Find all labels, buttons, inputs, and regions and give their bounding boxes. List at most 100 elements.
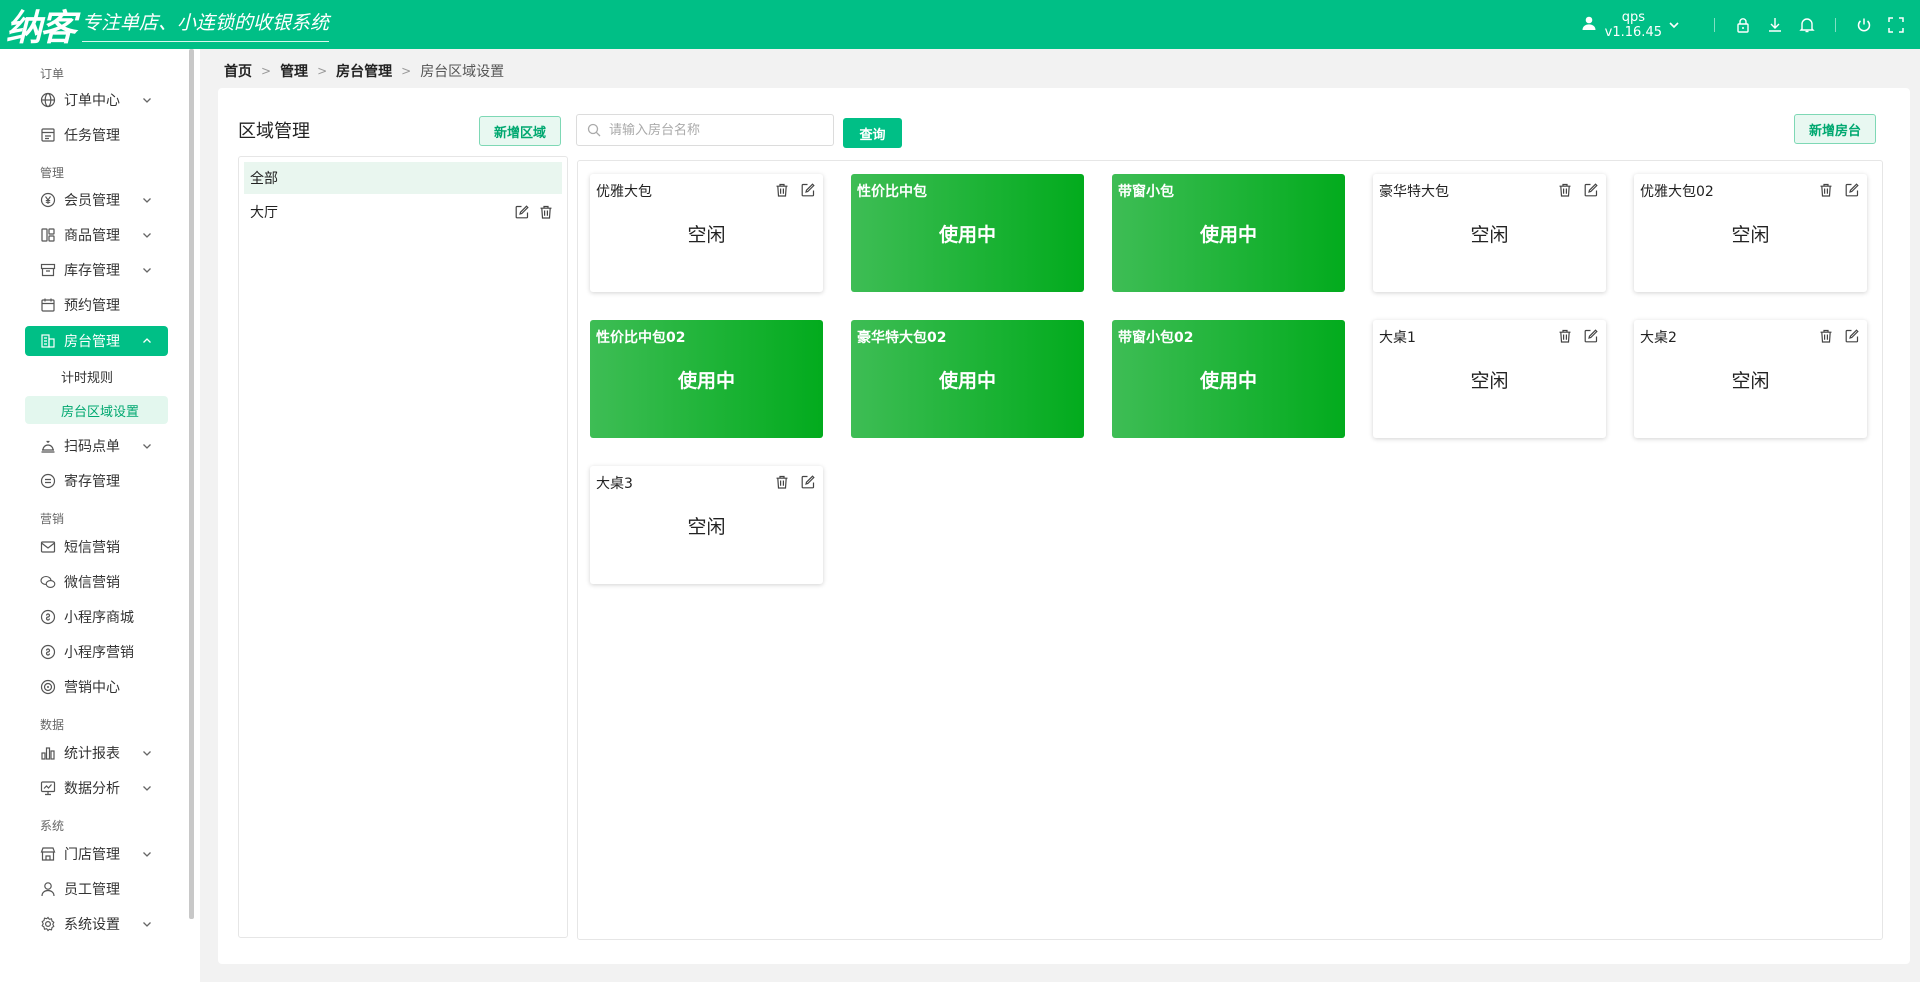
trash-icon[interactable] (774, 182, 790, 198)
room-card[interactable]: 优雅大包 空闲 (590, 174, 823, 292)
bell-icon[interactable] (1797, 15, 1817, 35)
box-icon (40, 262, 56, 278)
sidebar-item-orders[interactable]: 订单中心 (25, 85, 168, 115)
sidebar-item-marketing-center[interactable]: 营销中心 (25, 672, 168, 702)
yen-icon (40, 192, 56, 208)
sidebar-group-label: 系统 (40, 819, 65, 833)
sidebar-subitem-timing-rules[interactable]: 计时规则 (25, 362, 168, 390)
fullscreen-icon[interactable] (1886, 15, 1906, 35)
trash-icon[interactable] (538, 204, 554, 220)
sidebar-item-reports[interactable]: 统计报表 (25, 738, 168, 768)
miniapp-icon (40, 609, 56, 625)
chevron-right-icon: > (261, 64, 272, 78)
sidebar-item-storage[interactable]: 寄存管理 (25, 466, 168, 496)
user-menu[interactable]: qps v1.16.45 (1581, 10, 1680, 40)
room-status: 空闲 (1731, 370, 1770, 392)
add-area-button[interactable]: 新增区域 (479, 116, 562, 146)
chevron-down-icon (143, 922, 151, 927)
sidebar-item-settings[interactable]: 系统设置 (25, 909, 168, 939)
edit-icon[interactable] (800, 182, 816, 198)
room-card[interactable]: 带窗小包02 使用中 (1112, 320, 1345, 438)
analysis-icon (40, 780, 56, 796)
room-status: 空闲 (687, 224, 726, 246)
trash-icon[interactable] (1818, 328, 1834, 344)
sidebar-item-wechat-marketing[interactable]: 微信营销 (25, 567, 168, 597)
search-button[interactable]: 查询 (843, 118, 902, 148)
sidebar-subitem-room-area-settings[interactable]: 房台区域设置 (25, 396, 168, 424)
room-name: 带窗小包 (1118, 184, 1174, 200)
sidebar-item-reservations[interactable]: 预约管理 (25, 290, 168, 320)
room-card[interactable]: 豪华特大包 空闲 (1373, 174, 1606, 292)
sidebar-item-stores[interactable]: 门店管理 (25, 839, 168, 869)
sidebar-item-label: 门店管理 (64, 847, 120, 863)
sidebar-item-scan-order[interactable]: 扫码点单 (25, 431, 168, 461)
room-card[interactable]: 带窗小包 使用中 (1112, 174, 1345, 292)
trash-icon[interactable] (1557, 182, 1573, 198)
chevron-down-icon (143, 852, 151, 857)
sidebar-item-miniapp-mall[interactable]: 小程序商城 (25, 602, 168, 632)
room-status: 空闲 (1731, 224, 1770, 246)
chevron-down-icon (143, 198, 151, 203)
add-room-button[interactable]: 新增房台 (1794, 114, 1877, 144)
edit-icon[interactable] (1583, 328, 1599, 344)
area-item-all[interactable]: 全部 (244, 162, 562, 194)
trash-icon[interactable] (1557, 328, 1573, 344)
edit-icon[interactable] (1844, 328, 1860, 344)
room-card[interactable]: 性价比中包 使用中 (851, 174, 1084, 292)
sidebar-item-label: 商品管理 (64, 228, 120, 244)
room-card[interactable]: 大桌3 空闲 (590, 466, 823, 584)
area-item-hall[interactable]: 大厅 (244, 196, 562, 228)
room-search-field[interactable] (576, 114, 834, 146)
sidebar-item-sms-marketing[interactable]: 短信营销 (25, 532, 168, 562)
room-card[interactable]: 优雅大包02 空闲 (1634, 174, 1867, 292)
room-status: 使用中 (938, 370, 996, 392)
sidebar-item-tasks[interactable]: 任务管理 (25, 120, 168, 150)
download-icon[interactable] (1765, 15, 1785, 35)
sidebar-item-members[interactable]: 会员管理 (25, 185, 168, 215)
breadcrumb-current: 房台区域设置 (420, 64, 505, 80)
sidebar-scrollbar[interactable] (189, 49, 194, 919)
sidebar-item-miniapp-marketing[interactable]: 小程序营销 (25, 637, 168, 667)
sidebar-group-label: 营销 (40, 512, 65, 526)
bell-service-icon (40, 438, 56, 454)
target-icon (40, 679, 56, 695)
room-card[interactable]: 大桌1 空闲 (1373, 320, 1606, 438)
sidebar-item-label: 员工管理 (64, 882, 120, 898)
power-icon[interactable] (1854, 15, 1874, 35)
edit-icon[interactable] (800, 474, 816, 490)
chevron-up-icon (143, 338, 151, 343)
logo: 纳客 专注单店、小连锁的收银系统 (6, 2, 330, 49)
trash-icon[interactable] (774, 474, 790, 490)
sidebar-item-label: 数据分析 (64, 781, 120, 797)
gear-icon (40, 916, 56, 932)
chevron-right-icon: > (401, 64, 412, 78)
area-item-label: 全部 (250, 171, 278, 187)
sidebar-item-label: 短信营销 (64, 540, 120, 556)
edit-icon[interactable] (514, 204, 530, 220)
sidebar-item-label: 营销中心 (64, 680, 120, 696)
room-name: 优雅大包02 (1640, 184, 1714, 200)
sidebar-item-products[interactable]: 商品管理 (25, 220, 168, 250)
sidebar-item-rooms[interactable]: 房台管理 (25, 326, 168, 356)
chevron-down-icon (143, 233, 151, 238)
room-card[interactable]: 大桌2 空闲 (1634, 320, 1867, 438)
sidebar-item-label: 预约管理 (64, 298, 120, 314)
trash-icon[interactable] (1818, 182, 1834, 198)
sidebar-item-inventory[interactable]: 库存管理 (25, 255, 168, 285)
room-card[interactable]: 豪华特大包02 使用中 (851, 320, 1084, 438)
edit-icon[interactable] (1583, 182, 1599, 198)
breadcrumb-item[interactable]: 首页 (224, 61, 252, 81)
sidebar-item-label: 寄存管理 (64, 474, 120, 490)
sidebar-item-data-analysis[interactable]: 数据分析 (25, 773, 168, 803)
breadcrumb-item[interactable]: 房台管理 (336, 61, 392, 81)
lock-icon[interactable] (1733, 15, 1753, 35)
room-card[interactable]: 性价比中包02 使用中 (590, 320, 823, 438)
room-name: 豪华特大包02 (857, 330, 947, 346)
sidebar-item-label: 系统设置 (64, 917, 120, 933)
sidebar-item-label: 小程序商城 (64, 610, 134, 626)
sidebar-item-staff[interactable]: 员工管理 (25, 874, 168, 904)
search-input[interactable] (609, 122, 819, 138)
breadcrumb-item[interactable]: 管理 (280, 61, 308, 81)
room-status: 使用中 (677, 370, 735, 392)
edit-icon[interactable] (1844, 182, 1860, 198)
